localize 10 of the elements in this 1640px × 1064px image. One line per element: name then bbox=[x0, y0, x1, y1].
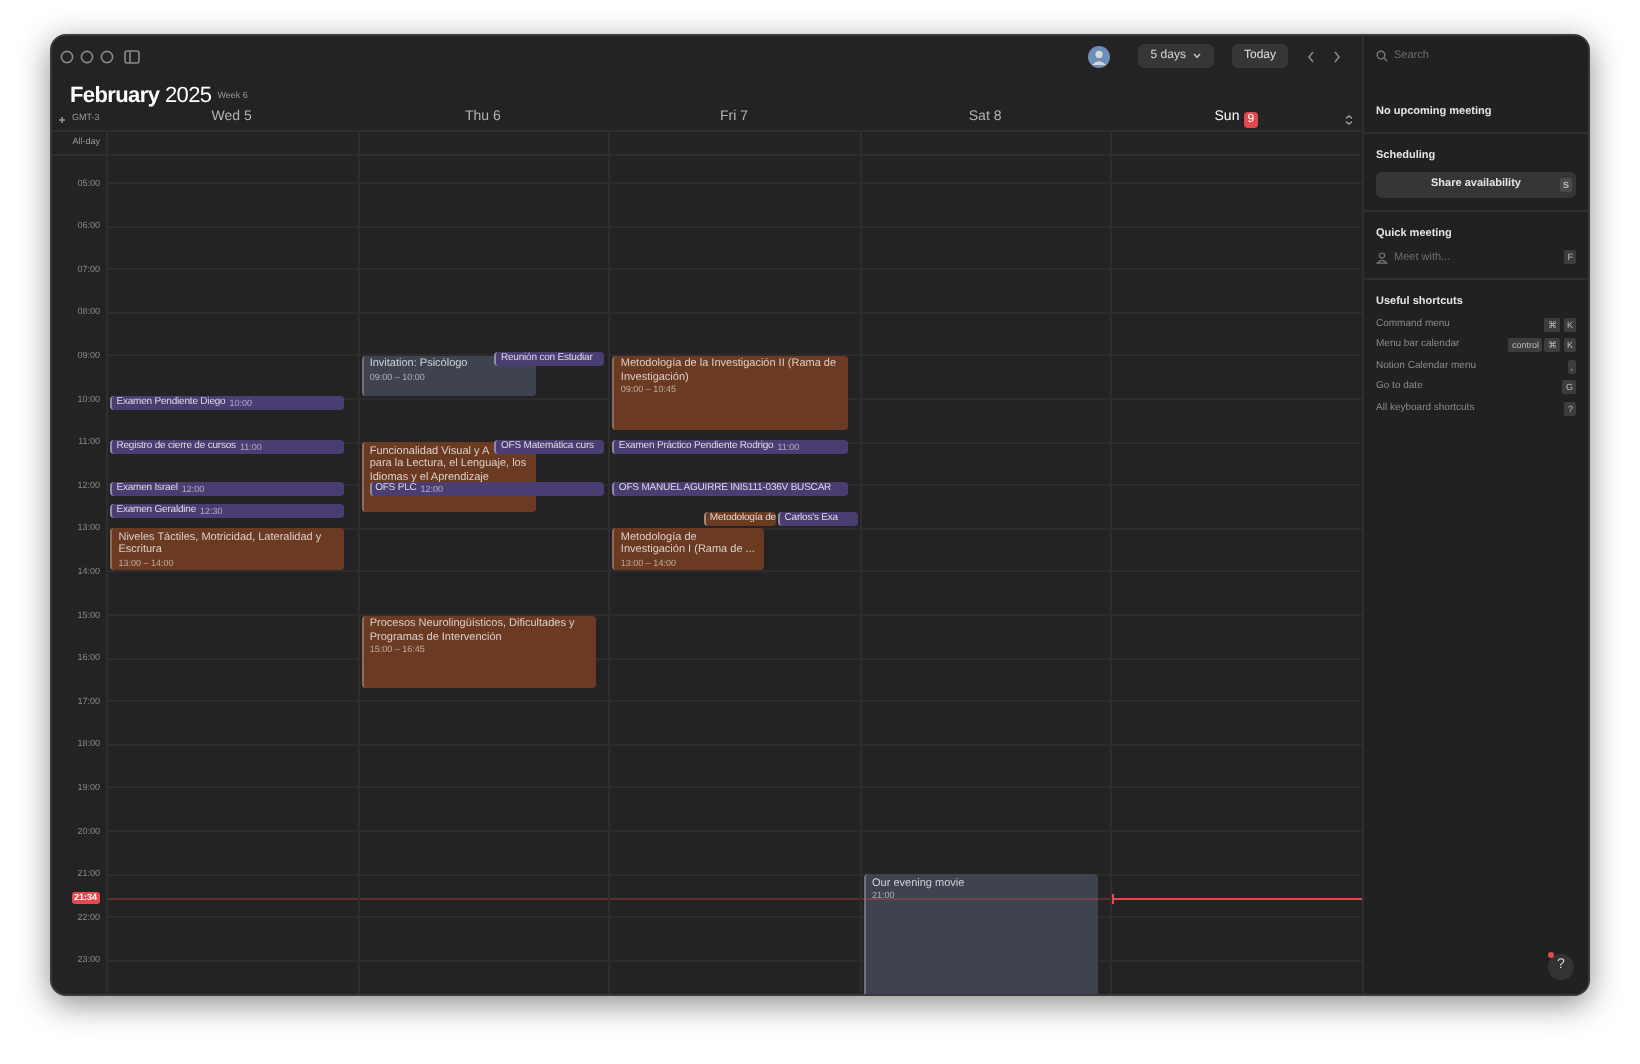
month-title: February 2025 bbox=[70, 84, 212, 108]
person-icon bbox=[1376, 251, 1388, 264]
sidebar-toggle-icon[interactable] bbox=[124, 49, 140, 63]
caret-icon bbox=[1191, 52, 1202, 60]
search-icon bbox=[1376, 50, 1388, 62]
chevron-left-icon[interactable] bbox=[1306, 49, 1316, 63]
plus-icon[interactable] bbox=[58, 115, 66, 123]
chevrons-icon[interactable] bbox=[1343, 114, 1354, 126]
avatar[interactable] bbox=[1088, 45, 1111, 67]
chevron-right-icon[interactable] bbox=[1332, 49, 1342, 63]
